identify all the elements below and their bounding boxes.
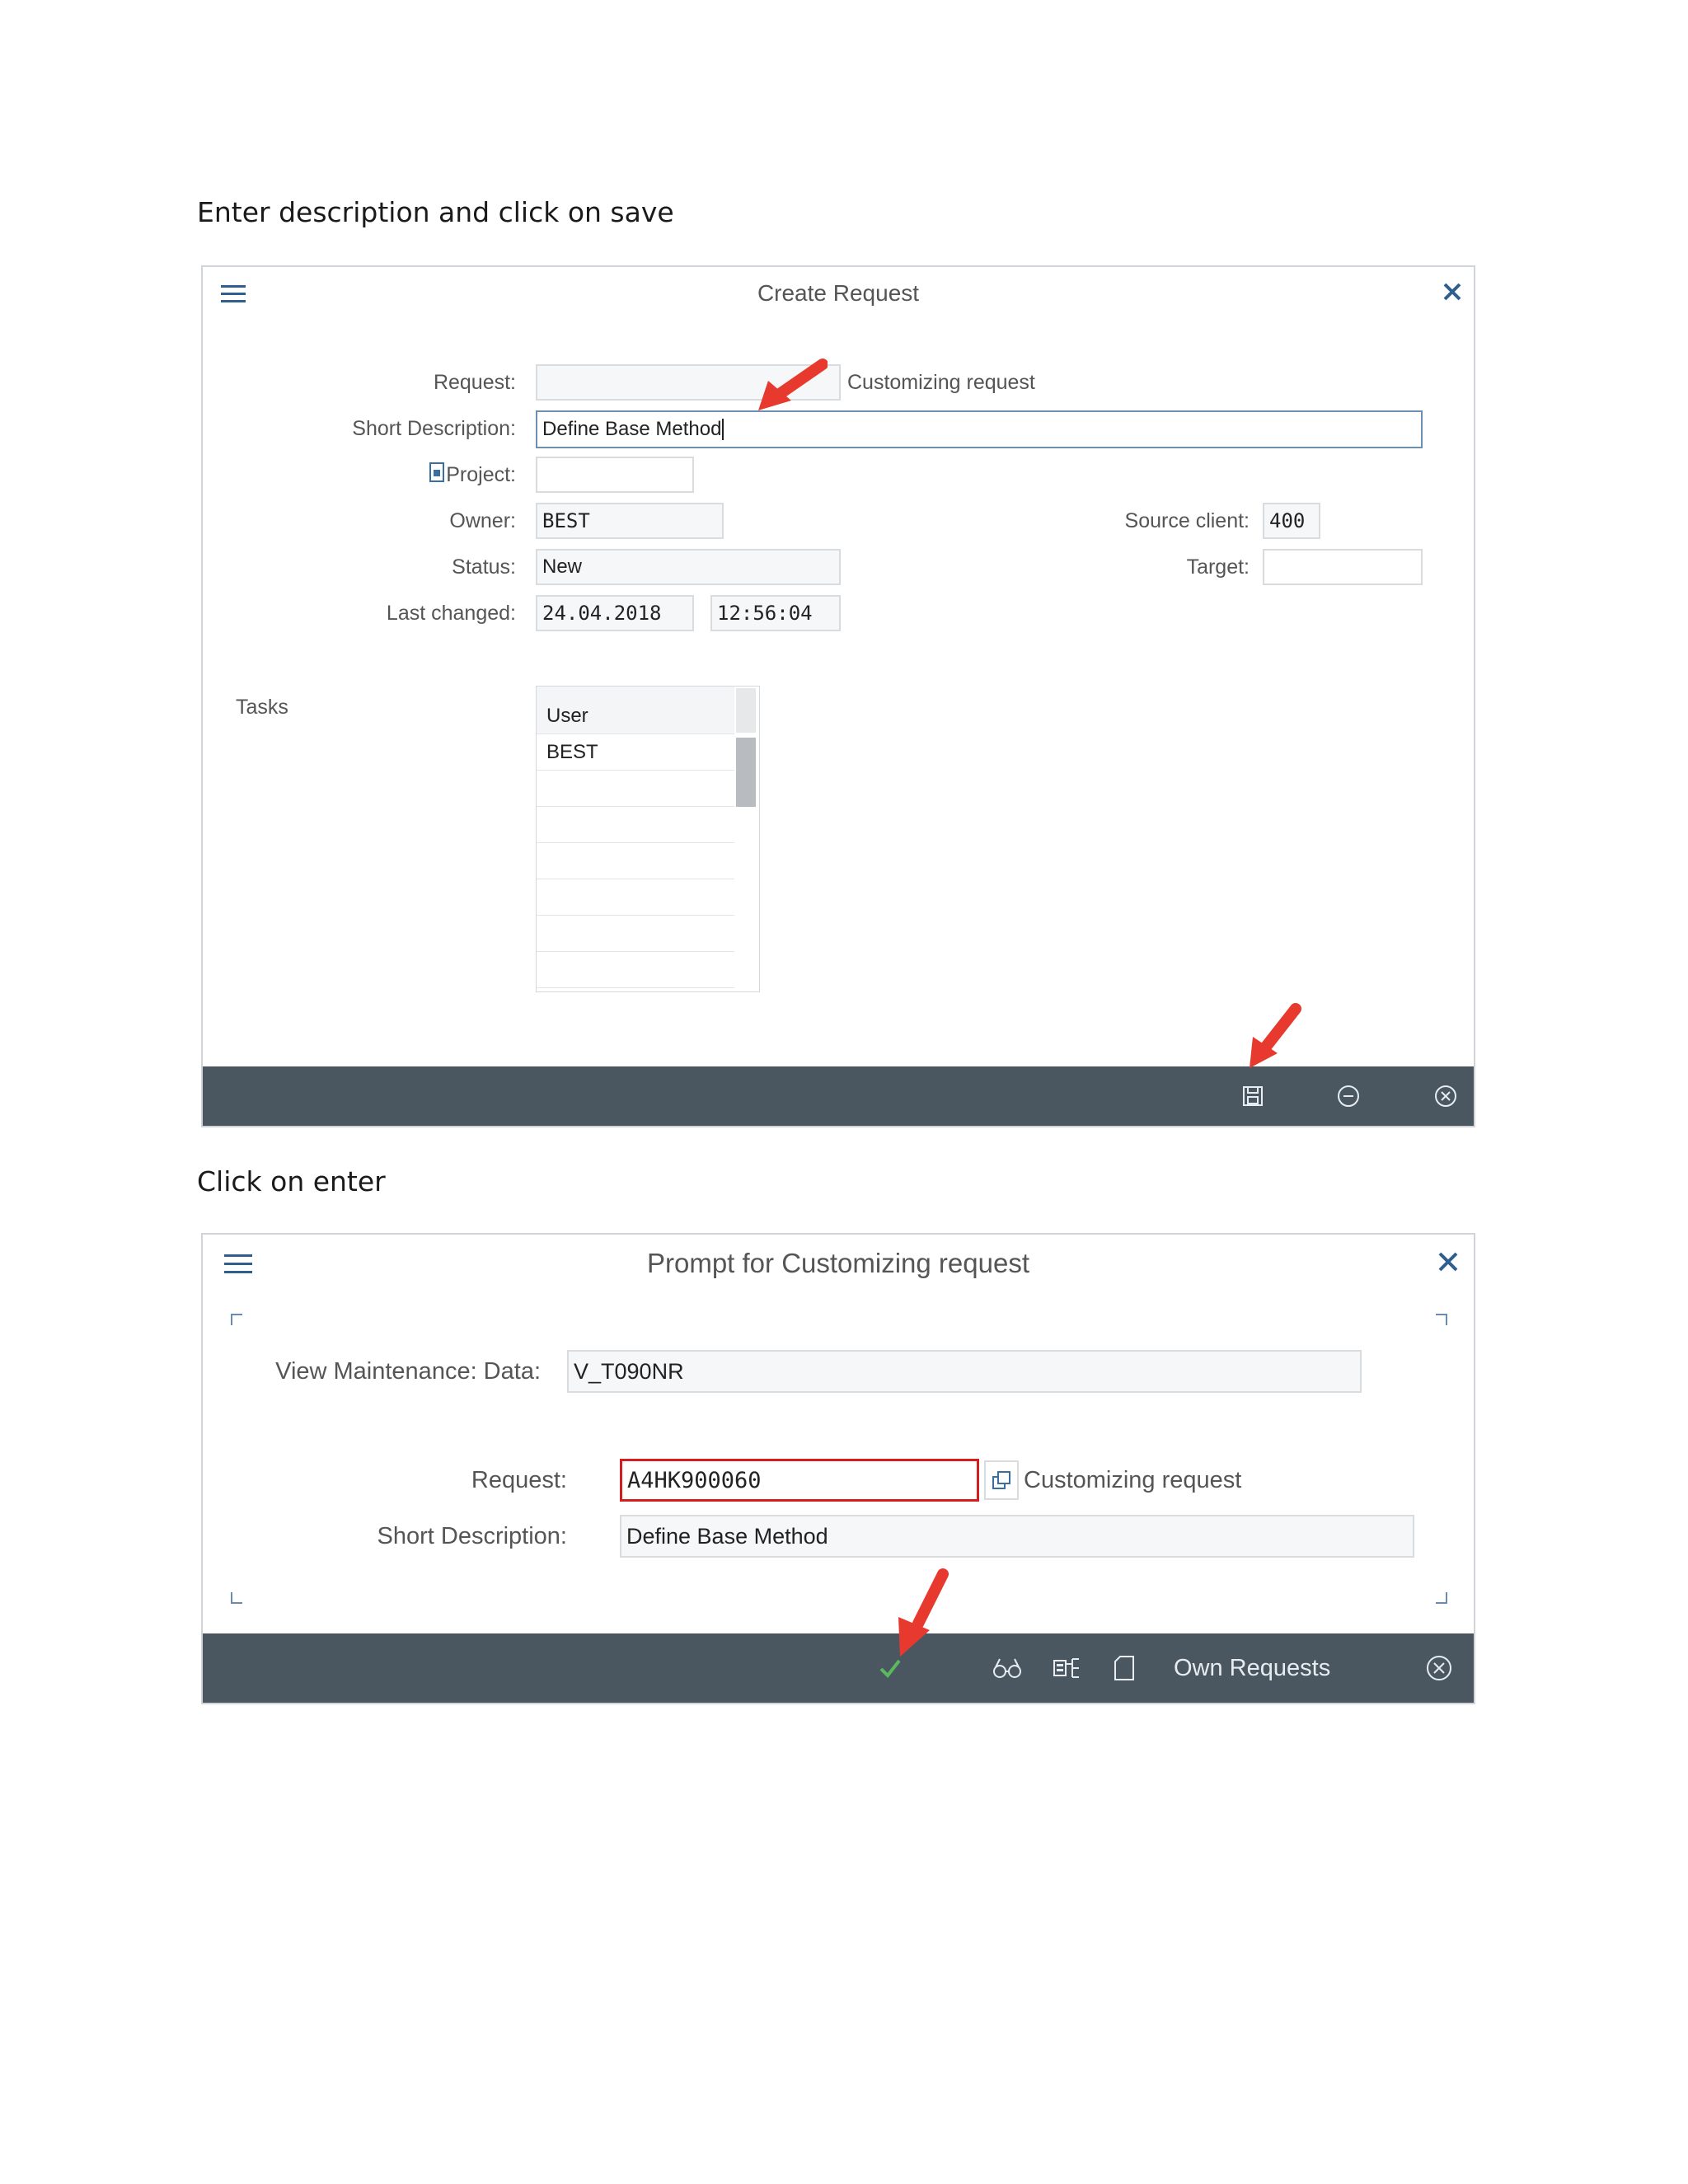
close-icon[interactable] <box>1441 280 1464 303</box>
project-label: Project: <box>446 463 516 486</box>
corner-marker <box>1436 1592 1447 1604</box>
owner-label: Owner: <box>449 509 516 532</box>
value-help-icon[interactable] <box>984 1460 1019 1500</box>
table-row <box>537 771 734 807</box>
text-cursor <box>722 419 724 440</box>
own-requests-button[interactable]: Own Requests <box>1174 1653 1330 1683</box>
caption-enter: Click on enter <box>197 1165 386 1197</box>
request-label: Request: <box>433 371 516 394</box>
view-maintenance-label: View Maintenance: Data: <box>275 1358 541 1385</box>
scrollbar-thumb[interactable] <box>736 738 756 807</box>
last-changed-label: Last changed: <box>386 602 516 625</box>
short-description-input[interactable]: Define Base Method <box>536 410 1423 448</box>
view-maintenance-field: V_T090NR <box>567 1350 1362 1393</box>
table-row <box>537 916 734 952</box>
project-input[interactable] <box>536 457 694 493</box>
request-label: Request: <box>471 1467 567 1493</box>
annotation-arrow <box>1243 1002 1302 1071</box>
corner-marker <box>1436 1314 1447 1325</box>
status-field: New <box>536 549 841 585</box>
target-input[interactable] <box>1263 549 1423 585</box>
table-row[interactable]: BEST <box>537 734 734 771</box>
table-row <box>537 843 734 879</box>
table-row <box>537 807 734 843</box>
project-icon <box>429 462 447 483</box>
request-input[interactable]: A4HK900060 <box>620 1459 979 1502</box>
cancel-circle-icon[interactable] <box>1432 1083 1459 1109</box>
dialog-footer: Own Requests <box>203 1633 1474 1703</box>
annotation-arrow <box>892 1566 953 1660</box>
annotation-arrow <box>752 358 828 415</box>
dialog-title: Create Request <box>757 280 920 306</box>
request-type-text: Customizing request <box>1024 1467 1242 1493</box>
caption-save: Enter description and click on save <box>197 196 674 228</box>
tasks-label: Tasks <box>236 696 288 719</box>
status-label: Status: <box>452 555 516 579</box>
minus-circle-icon[interactable] <box>1335 1083 1362 1109</box>
tasks-table-header: User <box>537 687 734 734</box>
create-request-dialog: Create Request Request: Short Descriptio… <box>201 265 1475 1127</box>
date-field: 24.04.2018 <box>536 595 694 631</box>
source-client-label: Source client: <box>1124 509 1250 532</box>
cancel-circle-icon[interactable] <box>1424 1653 1454 1683</box>
table-row <box>537 952 734 988</box>
hierarchy-icon[interactable] <box>1050 1653 1083 1683</box>
short-description-label: Short Description: <box>352 417 516 440</box>
corner-marker <box>231 1314 242 1325</box>
short-description-label: Short Description: <box>377 1523 568 1549</box>
corner-marker <box>231 1592 242 1604</box>
short-description-field: Define Base Method <box>620 1515 1414 1558</box>
prompt-dialog: Prompt for Customizing request View Main… <box>201 1233 1475 1704</box>
short-description-value: Define Base Method <box>542 418 722 440</box>
table-row <box>537 879 734 916</box>
glasses-icon[interactable] <box>991 1653 1024 1683</box>
target-label: Target: <box>1186 555 1250 579</box>
owner-field: BEST <box>536 503 724 539</box>
save-icon[interactable] <box>1240 1083 1266 1109</box>
document-icon[interactable] <box>1109 1653 1139 1683</box>
close-icon[interactable] <box>1436 1249 1461 1274</box>
request-type-text: Customizing request <box>847 371 1035 394</box>
source-client-field: 400 <box>1263 503 1320 539</box>
tasks-table: User BEST <box>536 686 760 992</box>
dialog-title: Prompt for Customizing request <box>646 1248 1029 1278</box>
time-field: 12:56:04 <box>710 595 841 631</box>
scrollbar-track <box>736 688 756 733</box>
dialog-footer <box>203 1066 1474 1126</box>
